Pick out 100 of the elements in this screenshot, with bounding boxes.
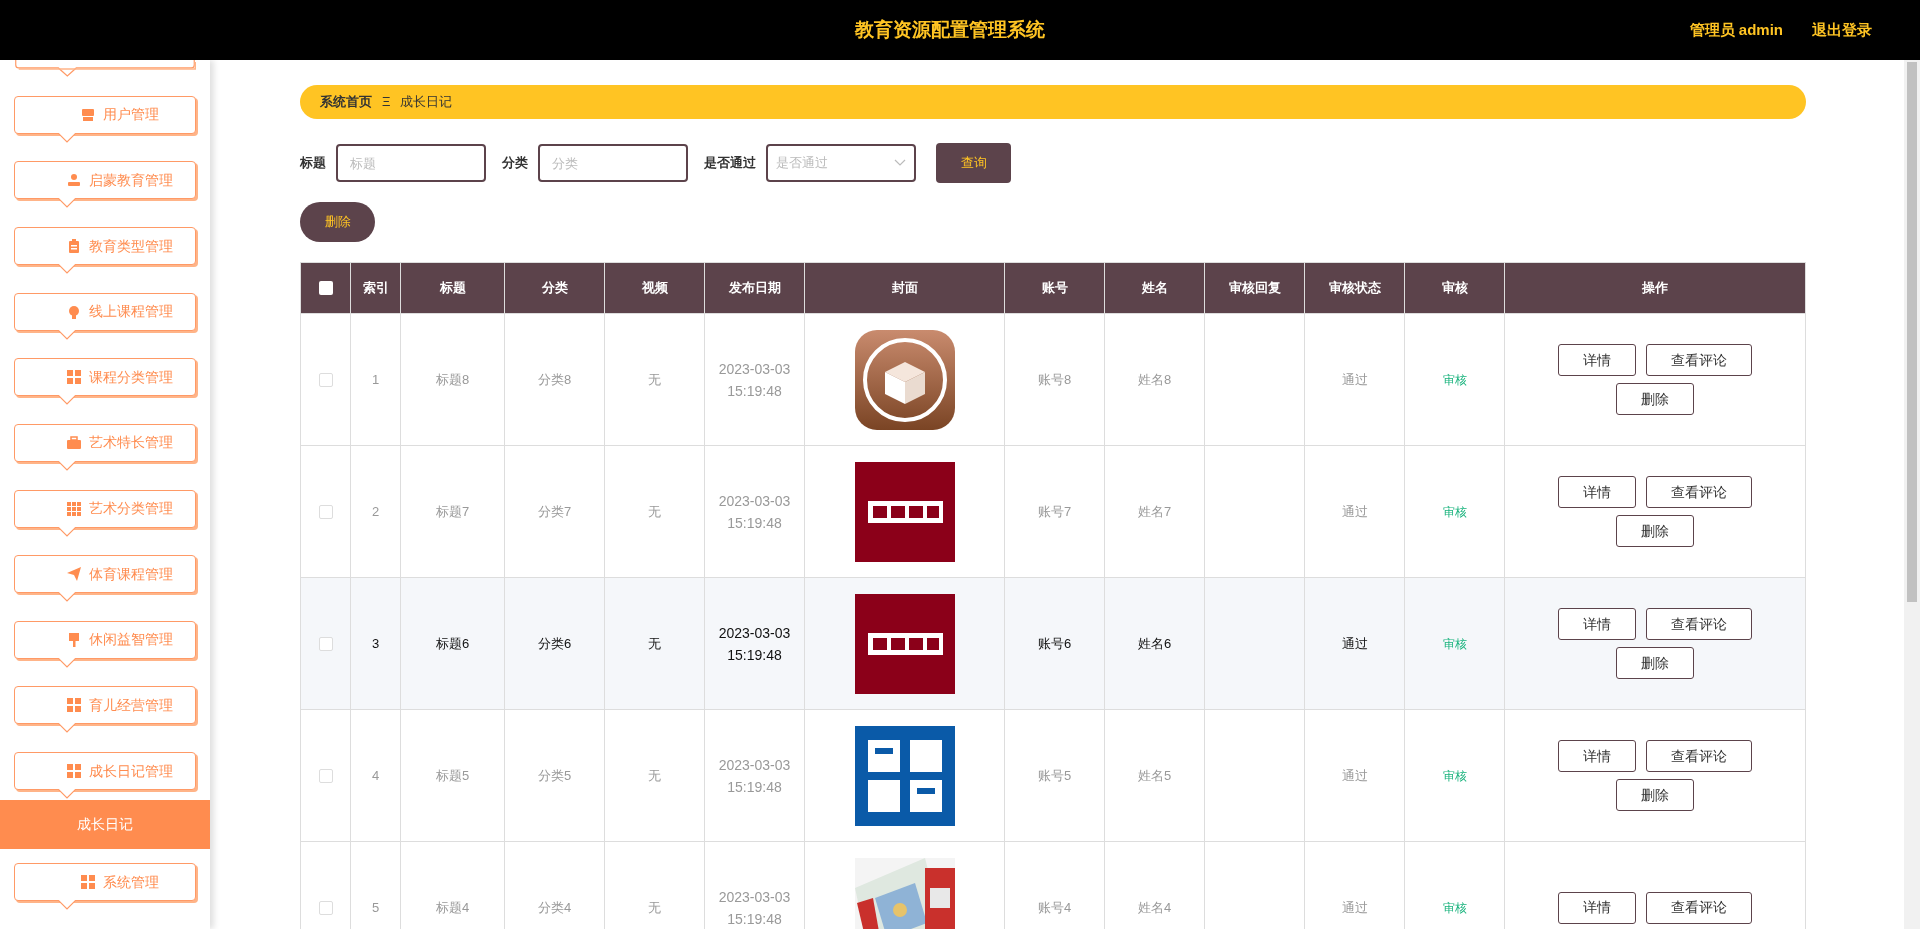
column-header: 发布日期 <box>728 279 781 298</box>
row-checkbox[interactable] <box>318 372 333 387</box>
search-field[interactable]: 标题 <box>336 144 486 182</box>
table-cell-text: 5 <box>371 898 380 917</box>
logout-link[interactable]: 退出登录 <box>1812 18 1872 42</box>
bubble-tail-icon <box>58 526 76 537</box>
action-button[interactable]: 详情 <box>1558 740 1636 772</box>
action-button[interactable]: 删除 <box>1616 515 1694 547</box>
table-row[interactable]: 1 标题8 分类8 无 2023-03-03 15:19:48 账号8 姓名8 通过 审核 详情 查看评论 删除 <box>301 313 1805 445</box>
chevron-down-icon <box>894 159 906 167</box>
table-cell-text: 账号8 <box>1037 370 1072 389</box>
table-cell-text: 通过 <box>1341 502 1368 521</box>
column-header: 标题 <box>439 279 466 298</box>
table-cell-text: 账号4 <box>1037 898 1072 917</box>
breadcrumb-separator: Ξ <box>382 93 391 112</box>
table-cell-text: 姓名7 <box>1137 502 1172 521</box>
row-checkbox[interactable] <box>318 504 333 519</box>
table-cell-text: 标题4 <box>435 898 470 917</box>
table-cell-text: 无 <box>648 766 661 785</box>
bubble-tail-icon <box>58 132 76 143</box>
column-header: 视频 <box>641 279 668 298</box>
breadcrumb-home[interactable]: 系统首页 <box>320 92 372 112</box>
table-cell-text: 标题6 <box>435 634 470 653</box>
table-cell-text: 1 <box>371 370 380 389</box>
select-all-checkbox[interactable] <box>318 281 333 295</box>
bubble-tail-icon <box>58 900 76 911</box>
table-row[interactable]: 4 标题5 分类5 无 2023-03-03 15:19:48 账号5 姓名5 通过 审核 详情 查看评论 删除 <box>301 709 1805 841</box>
row-checkbox[interactable] <box>318 900 333 915</box>
field-label: 标题 <box>300 154 326 173</box>
table-cell-text: 通过 <box>1341 898 1368 917</box>
user-icon <box>67 173 81 188</box>
grid-icon <box>81 875 95 890</box>
date-cell-text: 2023-03-03 15:19:48 <box>717 359 792 401</box>
field-label: 是否通过 <box>704 154 756 173</box>
column-header: 索引 <box>362 279 389 298</box>
action-button[interactable]: 查看评论 <box>1646 891 1752 924</box>
table-cell-text: 分类7 <box>537 502 572 521</box>
bubble-tail-icon <box>58 198 76 209</box>
table-cell-text: 分类6 <box>537 634 572 653</box>
table-cell-text: 无 <box>648 370 661 389</box>
table-row[interactable]: 5 标题4 分类4 无 2023-03-03 15:19:48 账号4 姓名4 通过 审核 详情 查看评论 <box>301 841 1805 929</box>
table-cell-text: 标题5 <box>435 766 470 785</box>
query-button[interactable]: 查询 <box>936 143 1011 183</box>
date-cell-text: 2023-03-03 15:19:48 <box>717 491 792 533</box>
grid-icon <box>67 698 81 713</box>
table-row[interactable]: 3 标题6 分类6 无 2023-03-03 15:19:48 账号6 姓名6 通过 审核 详情 查看评论 删除 <box>301 577 1805 709</box>
bubble-tail-icon <box>58 592 76 603</box>
table-cell-text: 账号6 <box>1037 634 1072 653</box>
row-checkbox[interactable] <box>318 768 333 783</box>
grid-icon <box>67 370 81 385</box>
action-button[interactable]: 查看评论 <box>1646 740 1752 772</box>
field-label: 分类 <box>502 154 528 173</box>
action-button[interactable]: 删除 <box>1616 779 1694 811</box>
clipboard-icon <box>67 239 81 254</box>
app-title: 教育资源配置管理系统 <box>854 17 1045 42</box>
action-button[interactable]: 详情 <box>1558 608 1636 640</box>
table-cell-text: 通过 <box>1341 634 1368 653</box>
scrollbar[interactable] <box>1904 60 1920 929</box>
bubble-tail-icon <box>58 329 76 340</box>
table-cell-text: 通过 <box>1341 370 1368 389</box>
action-button[interactable]: 删除 <box>1616 647 1694 679</box>
column-header: 封面 <box>891 279 918 298</box>
column-header: 审核状态 <box>1328 279 1381 298</box>
table-cell-text: 4 <box>371 766 380 785</box>
action-button[interactable]: 删除 <box>1616 383 1694 415</box>
table-cell-text: 无 <box>648 898 661 917</box>
column-header: 审核回复 <box>1228 279 1281 298</box>
table-cell-text: 标题8 <box>435 370 470 389</box>
bubble-tail-icon <box>58 461 76 471</box>
table-cell-text: 姓名8 <box>1137 370 1172 389</box>
store-icon <box>81 107 95 122</box>
breadcrumb-current: 成长日记 <box>400 93 453 112</box>
action-button[interactable]: 查看评论 <box>1646 476 1752 508</box>
row-checkbox[interactable] <box>318 636 333 651</box>
bubble-tail-icon <box>58 789 76 800</box>
table-cell-text: 通过 <box>1341 766 1368 785</box>
table-cell-text: 姓名5 <box>1137 766 1172 785</box>
table-cell-text: 账号7 <box>1037 502 1072 521</box>
table-cell-text: 分类8 <box>537 370 572 389</box>
table-cell-text: 账号5 <box>1037 766 1072 785</box>
bulb-icon <box>67 304 81 319</box>
action-button[interactable]: 详情 <box>1558 476 1636 508</box>
table-cell-text: 无 <box>648 502 661 521</box>
date-cell-text: 2023-03-03 15:19:48 <box>717 755 792 797</box>
table-row[interactable]: 2 标题7 分类7 无 2023-03-03 15:19:48 账号7 姓名7 通过 审核 详情 查看评论 删除 <box>301 445 1805 577</box>
search-field[interactable]: 分类 <box>538 144 688 182</box>
column-header: 分类 <box>541 279 568 298</box>
action-button[interactable]: 详情 <box>1558 344 1636 376</box>
action-button[interactable]: 详情 <box>1558 891 1636 924</box>
paper-plane-icon <box>67 567 81 582</box>
admin-label: 管理员 admin <box>1689 19 1783 40</box>
menu-item[interactable] <box>14 60 196 77</box>
table-cell-text: 分类5 <box>537 766 572 785</box>
table-cell-text: 无 <box>648 634 661 653</box>
delete-button[interactable]: 删除 <box>300 202 375 242</box>
action-button[interactable]: 查看评论 <box>1646 344 1752 376</box>
column-header: 账号 <box>1041 279 1068 298</box>
action-button[interactable]: 查看评论 <box>1646 608 1752 640</box>
column-header: 审核 <box>1441 279 1468 298</box>
date-cell-text: 2023-03-03 15:19:48 <box>717 887 792 929</box>
